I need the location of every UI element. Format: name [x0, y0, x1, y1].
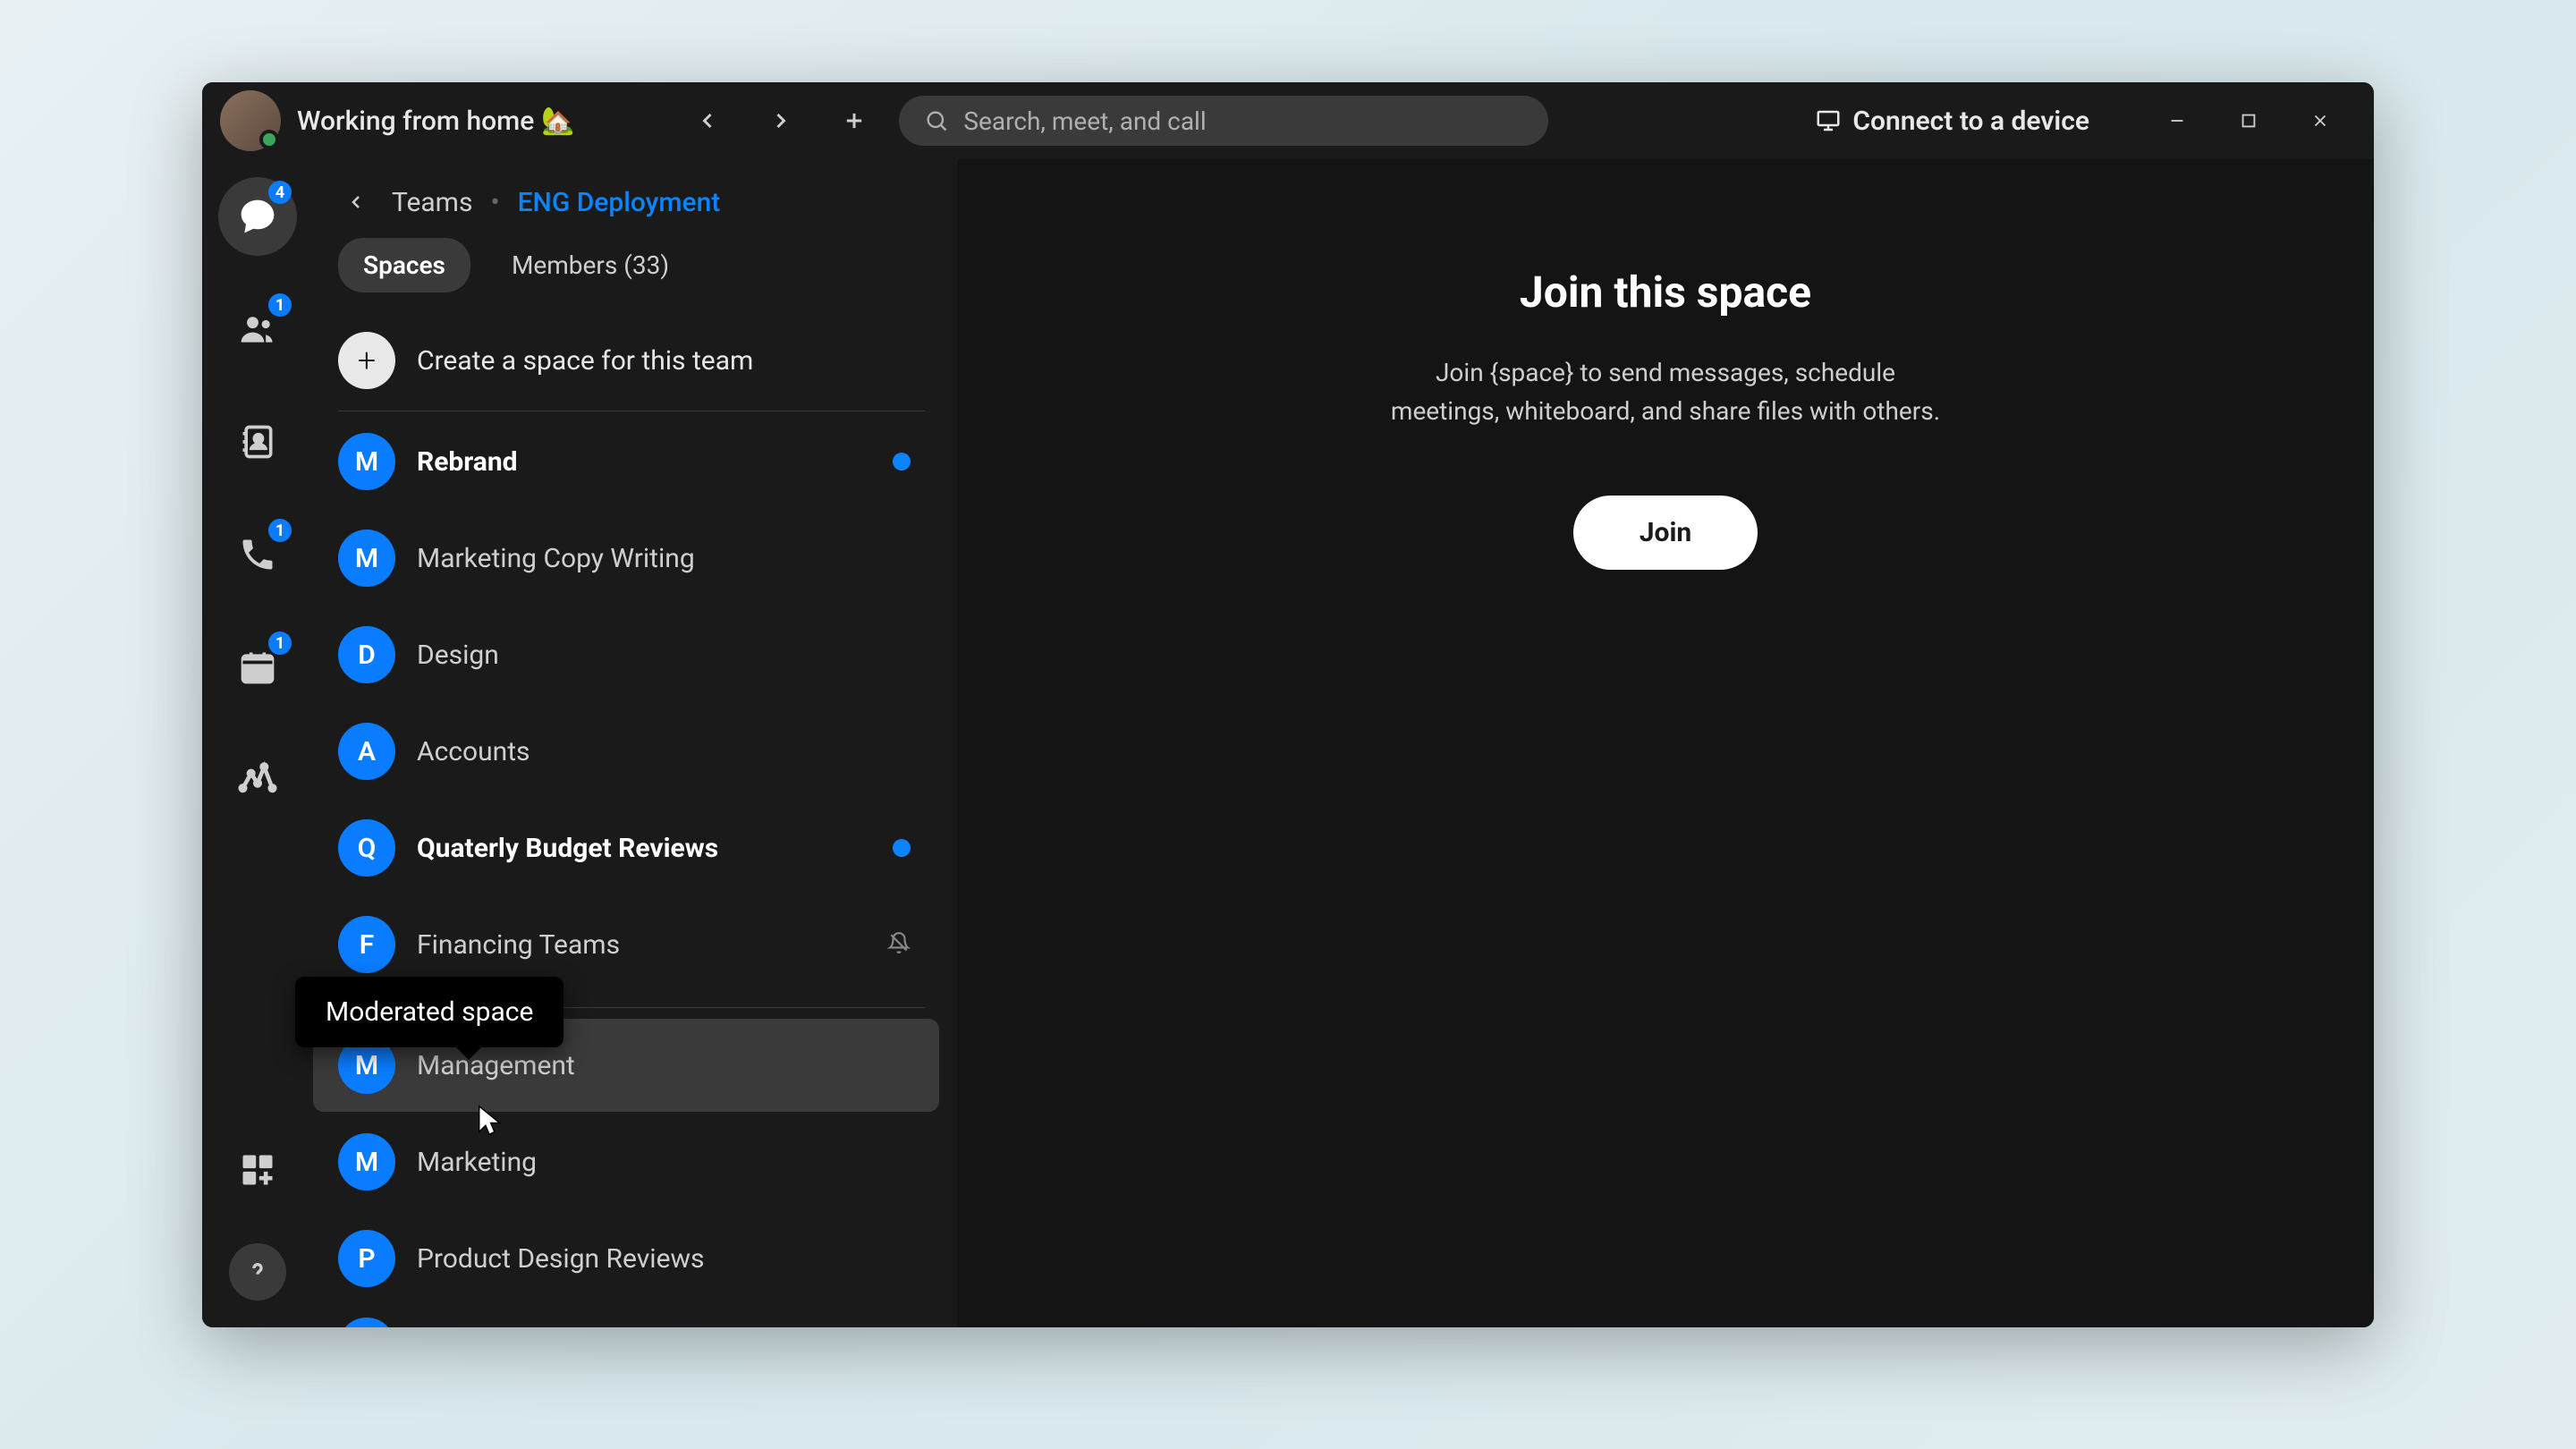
maximize-button[interactable]	[2213, 94, 2284, 148]
space-row[interactable]: M Rebrand	[313, 415, 939, 508]
status-text[interactable]: Working from home🏡	[297, 106, 575, 137]
breadcrumb-current: ENG Deployment	[518, 187, 721, 218]
app-window: Working from home🏡 Search, meet, and cal…	[202, 82, 2374, 1327]
tab-spaces[interactable]: Spaces	[338, 238, 470, 292]
space-avatar: M	[338, 433, 395, 490]
main-content: Join this space Join {space} to send mes…	[957, 159, 2374, 1327]
calendar-badge: 1	[268, 631, 292, 655]
search-placeholder: Search, meet, and call	[963, 106, 1206, 136]
space-name: Financing Teams	[417, 929, 866, 961]
phone-icon	[238, 535, 277, 574]
space-row[interactable]: M Marketing Copy Writing	[313, 512, 939, 605]
titlebar: Working from home🏡 Search, meet, and cal…	[202, 82, 2374, 159]
nav-back-button[interactable]	[679, 92, 736, 149]
unread-indicator	[893, 453, 911, 470]
breadcrumb: Teams • ENG Deployment	[313, 159, 957, 238]
people-icon	[238, 309, 277, 349]
space-name: Marketing	[417, 1147, 921, 1178]
nav-rail: 4 1 1 1	[202, 159, 313, 1327]
breadcrumb-root[interactable]: Teams	[392, 187, 472, 218]
contacts-icon	[238, 422, 277, 462]
space-row-peek[interactable]	[338, 1318, 395, 1327]
activity-icon	[238, 760, 277, 800]
unread-indicator	[893, 839, 911, 857]
space-name: Design	[417, 640, 921, 671]
chat-badge: 4	[268, 181, 292, 204]
connect-device-button[interactable]: Connect to a device	[1815, 106, 2089, 137]
rail-calendar[interactable]: 1	[218, 628, 297, 707]
space-row[interactable]: Q Quaterly Budget Reviews	[313, 801, 939, 894]
mute-icon	[887, 931, 911, 958]
search-input[interactable]: Search, meet, and call	[899, 96, 1548, 146]
space-name: Marketing Copy Writing	[417, 543, 921, 574]
chat-icon	[238, 197, 277, 236]
tooltip-moderated: Moderated space	[295, 977, 564, 1047]
search-icon	[924, 108, 949, 133]
space-avatar: F	[338, 916, 395, 973]
space-row[interactable]: D Design	[313, 608, 939, 701]
rail-activity[interactable]	[218, 741, 297, 819]
device-icon	[1815, 107, 1842, 134]
space-name: Accounts	[417, 736, 921, 767]
rail-contacts[interactable]	[218, 402, 297, 481]
space-row[interactable]: A Accounts	[313, 705, 939, 798]
presence-indicator	[259, 130, 279, 149]
tab-members[interactable]: Members (33)	[487, 238, 694, 292]
space-avatar: D	[338, 626, 395, 683]
sidebar-tabs: Spaces Members (33)	[313, 238, 957, 310]
calls-badge: 1	[268, 519, 292, 542]
space-avatar: A	[338, 723, 395, 780]
space-row[interactable]: M Marketing	[313, 1115, 939, 1208]
new-button[interactable]	[826, 92, 883, 149]
main-title: Join this space	[1520, 267, 1811, 318]
sidebar: Teams • ENG Deployment Spaces Members (3…	[313, 159, 957, 1327]
help-icon	[243, 1258, 272, 1286]
space-avatar: Q	[338, 819, 395, 877]
window-controls	[2141, 94, 2356, 148]
space-row[interactable]: P Product Design Reviews	[313, 1212, 939, 1305]
space-avatar: P	[338, 1230, 395, 1287]
nav-forward-button[interactable]	[752, 92, 809, 149]
close-button[interactable]	[2284, 94, 2356, 148]
minimize-button[interactable]	[2141, 94, 2213, 148]
rail-teams[interactable]: 1	[218, 290, 297, 369]
join-button[interactable]: Join	[1573, 496, 1758, 570]
space-name: Rebrand	[417, 446, 871, 478]
rail-chat[interactable]: 4	[218, 177, 297, 256]
teams-badge: 1	[268, 293, 292, 317]
space-name: Product Design Reviews	[417, 1243, 921, 1275]
apps-icon	[238, 1150, 277, 1190]
main-description: Join {space} to send messages, schedule …	[1379, 353, 1952, 431]
space-avatar: M	[338, 1133, 395, 1191]
space-name: Management	[417, 1050, 921, 1081]
calendar-icon	[238, 648, 277, 687]
rail-calls[interactable]: 1	[218, 515, 297, 594]
plus-icon: +	[338, 332, 395, 389]
create-space-button[interactable]: + Create a space for this team	[313, 310, 950, 411]
user-avatar[interactable]	[220, 90, 281, 151]
space-name: Quaterly Budget Reviews	[417, 833, 871, 864]
breadcrumb-back-button[interactable]	[338, 184, 374, 220]
rail-help[interactable]	[229, 1243, 286, 1301]
spaces-list[interactable]: + Create a space for this team MRebrandM…	[313, 310, 957, 1327]
space-avatar: M	[338, 530, 395, 587]
rail-apps[interactable]	[218, 1131, 297, 1209]
